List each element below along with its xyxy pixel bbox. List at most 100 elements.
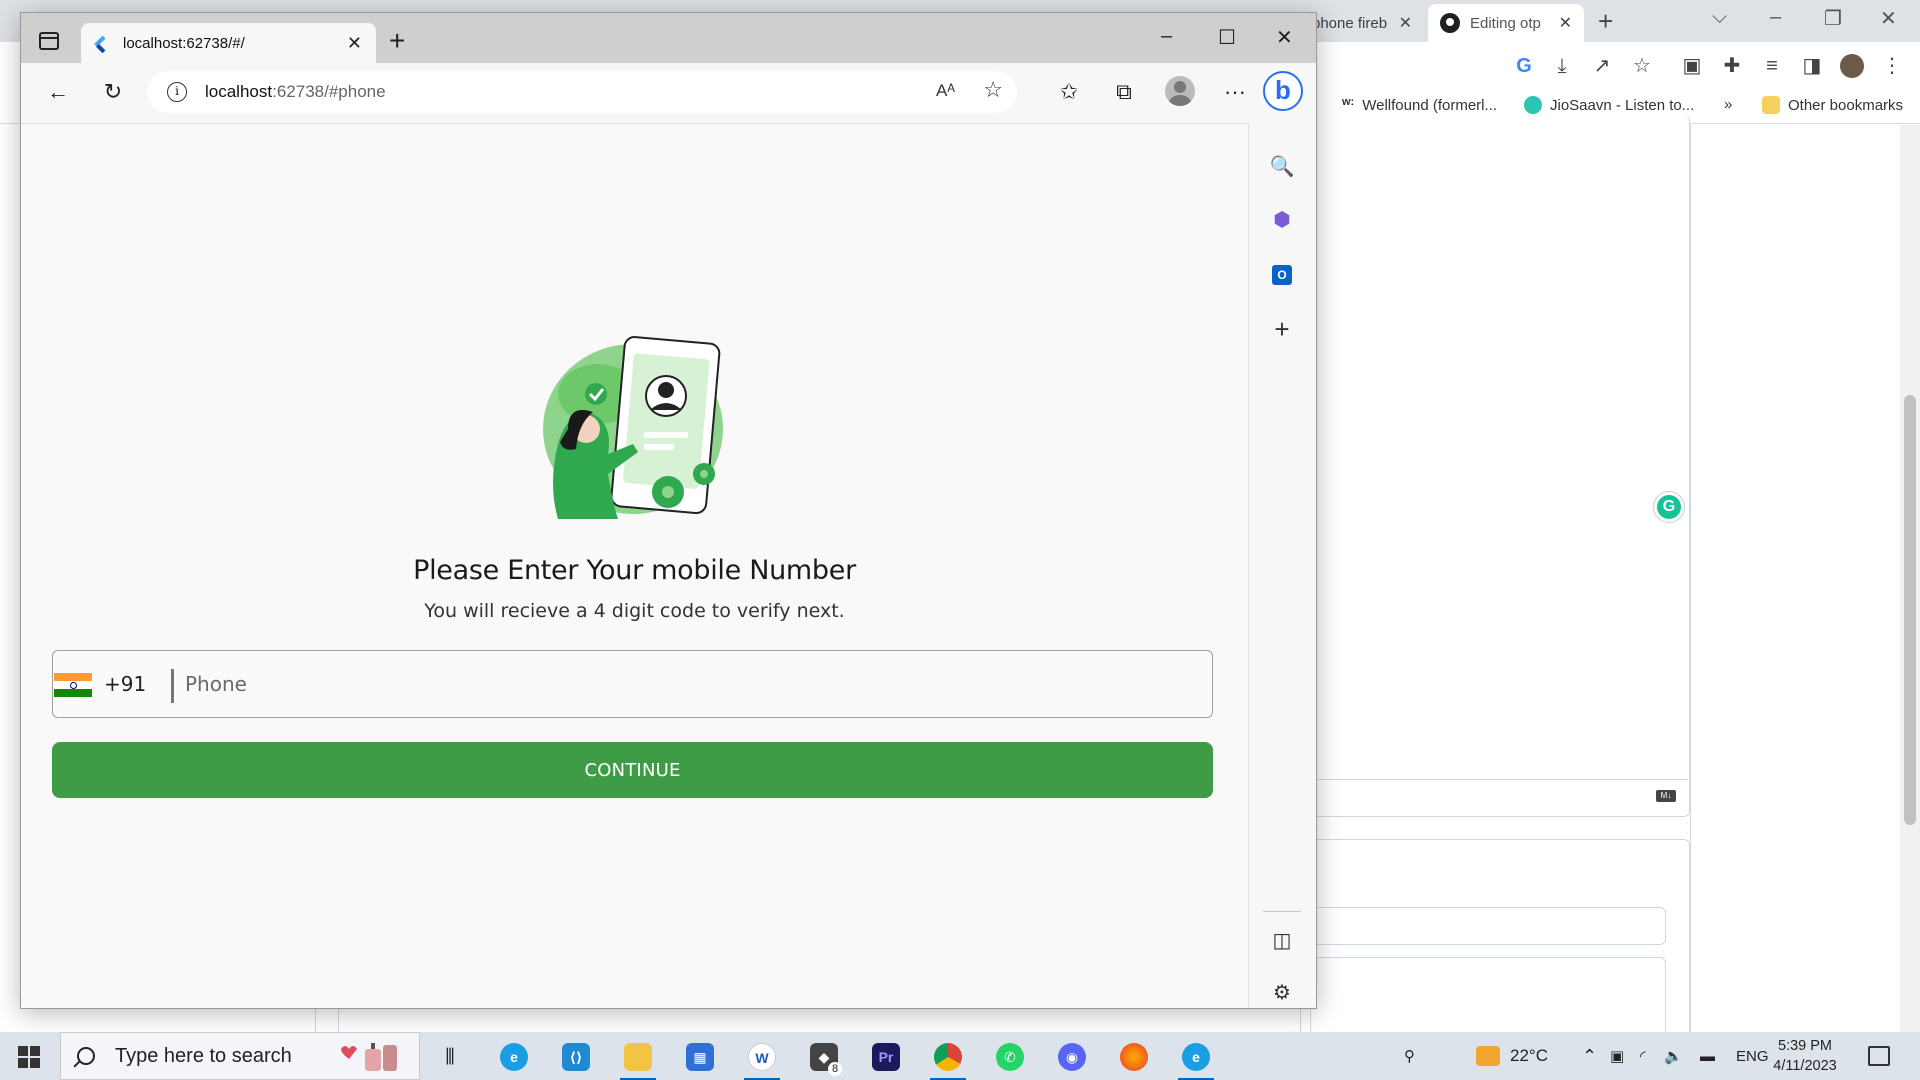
hide-sidebar-icon[interactable]: ◫ xyxy=(1268,927,1296,955)
close-icon[interactable]: ✕ xyxy=(1559,13,1572,33)
add-favorite-icon[interactable]: ☆ xyxy=(983,77,1003,103)
chrome-tab-phone-firebase[interactable]: phone fireb ✕ xyxy=(1300,4,1424,42)
tab-actions-icon[interactable] xyxy=(39,32,59,50)
bookmark-wellfound[interactable]: w: Wellfound (formerl... xyxy=(1342,96,1497,114)
copilot-icon[interactable]: ⬢ xyxy=(1268,206,1296,234)
restore-icon[interactable]: ❐ xyxy=(1824,6,1842,31)
volume-icon[interactable]: 🔈 xyxy=(1664,1032,1683,1080)
firefox-app-icon[interactable] xyxy=(1112,1038,1156,1076)
taskbar-search-placeholder: Type here to search xyxy=(115,1044,292,1067)
profile-avatar[interactable] xyxy=(1165,76,1195,106)
minimize-icon[interactable]: – xyxy=(1161,25,1172,48)
media-control-icon[interactable]: ≡ xyxy=(1760,54,1784,78)
bookmarks-overflow-button[interactable]: » xyxy=(1724,96,1732,113)
address-host: localhost xyxy=(205,82,273,101)
edge-dev-app-icon[interactable]: e xyxy=(1174,1038,1218,1080)
page-title: Please Enter Your mobile Number xyxy=(413,555,856,586)
discord-app-icon[interactable]: ◉ xyxy=(1050,1038,1094,1076)
close-tab-icon[interactable]: ✕ xyxy=(347,33,362,54)
file-explorer-app-icon[interactable] xyxy=(616,1038,660,1080)
chrome-menu-icon[interactable]: ⋮ xyxy=(1880,54,1904,78)
india-flag-icon[interactable] xyxy=(54,673,92,697)
wellfound-icon: w: xyxy=(1342,96,1355,114)
bookmark-jiosaavn[interactable]: JioSaavn - Listen to... xyxy=(1524,96,1694,114)
more-options-icon[interactable]: ··· xyxy=(1218,75,1252,109)
task-view-icon[interactable]: ⫴ xyxy=(428,1038,472,1076)
search-icon[interactable]: 🔍 xyxy=(1268,153,1296,181)
back-arrow-icon[interactable]: ← xyxy=(41,75,75,109)
markdown-icon: M↓ xyxy=(1656,790,1676,802)
tab-search-chevron-icon[interactable]: ⌵ xyxy=(1712,6,1727,29)
markdown-editor[interactable] xyxy=(1300,115,1690,817)
collections-icon[interactable]: ⧉ xyxy=(1107,75,1141,109)
notification-center-icon[interactable] xyxy=(1868,1046,1890,1066)
commit-summary-field[interactable] xyxy=(1310,907,1666,945)
clock-time: 5:39 PM xyxy=(1778,1038,1832,1054)
other-bookmarks-label: Other bookmarks xyxy=(1788,96,1904,114)
phone-verification-illustration xyxy=(543,336,723,519)
vpn-icon[interactable]: ▣ xyxy=(1610,1032,1624,1080)
add-sidebar-app-icon[interactable]: + xyxy=(1268,315,1296,343)
unity-app-icon[interactable]: ◆ 8 xyxy=(802,1038,846,1076)
continue-button[interactable]: CONTINUE xyxy=(52,742,1213,798)
new-tab-icon[interactable]: + xyxy=(1598,6,1613,37)
chrome-tab-editing-otp[interactable]: Editing otp ✕ xyxy=(1428,4,1584,42)
battery-icon[interactable]: ▬ xyxy=(1700,1032,1715,1080)
taskbar-clock[interactable]: 5:39 PM 4/11/2023 xyxy=(1750,1036,1860,1076)
share-icon[interactable]: ↗ xyxy=(1590,54,1614,78)
scrollbar-thumb[interactable] xyxy=(1904,395,1916,825)
taskbar-search-box[interactable]: Type here to search xyxy=(60,1032,420,1080)
clock-date: 4/11/2023 xyxy=(1773,1058,1837,1074)
address-bar[interactable]: i localhost:62738/#phone Aᴬ ☆ xyxy=(147,71,1017,113)
page-scrollbar[interactable] xyxy=(1900,125,1920,1032)
download-icon[interactable]: ⤓ xyxy=(1550,54,1574,78)
favorites-icon[interactable]: ✩ xyxy=(1052,75,1086,109)
jiosaavn-icon xyxy=(1524,96,1542,114)
chrome-tab-label: phone fireb xyxy=(1312,14,1388,32)
people-icon[interactable]: ⚲ xyxy=(1404,1032,1415,1080)
bing-glyph: b xyxy=(1275,75,1291,105)
vscode-app-icon[interactable]: ⟨⟩ xyxy=(554,1038,598,1076)
bookmark-star-icon[interactable]: ☆ xyxy=(1630,54,1654,78)
search-icon xyxy=(77,1047,95,1065)
minimize-icon[interactable]: – xyxy=(1770,6,1781,29)
close-window-icon[interactable]: ✕ xyxy=(1880,6,1897,31)
windows-start-icon[interactable] xyxy=(18,1046,40,1068)
field-divider xyxy=(171,669,174,703)
other-bookmarks-button[interactable]: Other bookmarks xyxy=(1762,96,1903,114)
wifi-icon[interactable]: ◜ xyxy=(1640,1032,1646,1080)
bing-chat-icon[interactable]: b xyxy=(1263,71,1303,111)
edge-tab-localhost[interactable]: localhost:62738/#/ ✕ xyxy=(81,23,376,63)
close-icon[interactable]: ✕ xyxy=(1399,13,1412,33)
google-icon[interactable]: G xyxy=(1512,54,1536,78)
grammarly-icon[interactable]: G xyxy=(1654,492,1684,522)
phone-field[interactable]: +91 xyxy=(52,650,1213,718)
flutter-page: Please Enter Your mobile Number You will… xyxy=(21,123,1248,1008)
country-code[interactable]: +91 xyxy=(104,672,146,696)
avatar[interactable] xyxy=(1840,54,1864,78)
windows-taskbar: Type here to search ⫴ e ⟨⟩ ▦ W ◆ 8 Pr ✆ … xyxy=(0,1032,1920,1080)
extensions-icon[interactable]: ✚ xyxy=(1720,54,1744,78)
settings-gear-icon[interactable]: ⚙ xyxy=(1268,979,1296,1007)
edge-tab-title: localhost:62738/#/ xyxy=(123,34,245,52)
new-tab-icon[interactable]: + xyxy=(389,27,405,55)
side-panel-icon[interactable]: ◨ xyxy=(1800,54,1824,78)
whatsapp-app-icon[interactable]: ✆ xyxy=(988,1038,1032,1076)
close-window-icon[interactable]: ✕ xyxy=(1276,25,1293,50)
show-hidden-icons-chevron-icon[interactable]: ⌃ xyxy=(1582,1032,1597,1080)
read-aloud-icon[interactable]: Aᴬ xyxy=(936,81,955,101)
edge-app-icon[interactable]: e xyxy=(492,1038,536,1076)
word-app-icon[interactable]: W xyxy=(740,1038,784,1080)
store-app-icon[interactable]: ▦ xyxy=(678,1038,722,1076)
phone-input[interactable] xyxy=(185,663,1195,705)
refresh-icon[interactable]: ↻ xyxy=(96,75,130,109)
outlook-icon[interactable]: O xyxy=(1268,259,1296,287)
premiere-app-icon[interactable]: Pr xyxy=(864,1038,908,1076)
commit-description-field[interactable] xyxy=(1310,957,1666,1037)
weather-widget[interactable]: 22°C xyxy=(1476,1032,1548,1080)
weather-temp: 22°C xyxy=(1510,1046,1548,1065)
maximize-icon[interactable]: ☐ xyxy=(1218,25,1236,50)
picture-in-picture-icon[interactable]: ▣ xyxy=(1680,54,1704,78)
chrome-app-icon[interactable] xyxy=(926,1038,970,1080)
site-info-icon[interactable]: i xyxy=(167,82,187,102)
